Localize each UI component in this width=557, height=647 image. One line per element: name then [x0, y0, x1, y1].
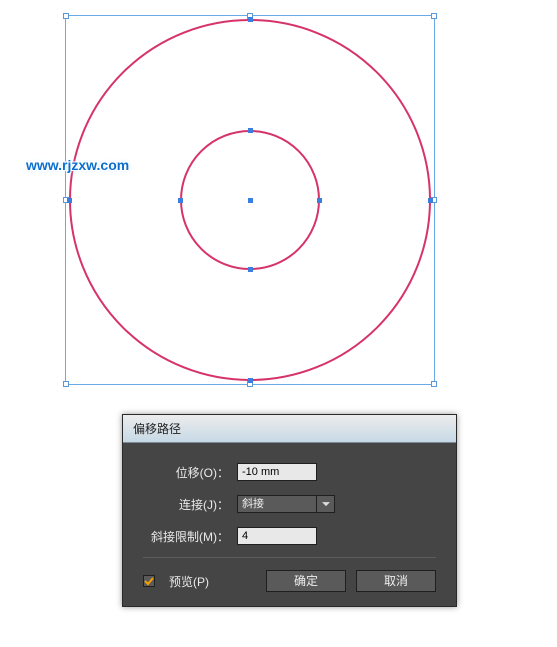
cancel-button[interactable]: 取消 [356, 570, 436, 592]
anchor-point[interactable] [428, 198, 433, 203]
dialog-actions: 预览(P) 确定 取消 [143, 557, 436, 592]
anchor-point[interactable] [248, 267, 253, 272]
offset-input[interactable]: -10 mm [237, 463, 317, 481]
form-row-join: 连接(J)： 斜接 [143, 493, 436, 515]
anchor-point[interactable] [248, 17, 253, 22]
ok-button[interactable]: 确定 [266, 570, 346, 592]
anchor-point[interactable] [67, 198, 72, 203]
anchor-point[interactable] [317, 198, 322, 203]
offset-path-dialog: 偏移路径 位移(O)： -10 mm 连接(J)： 斜接 斜接限制(M)： 4 … [122, 414, 457, 607]
selection-handle-top-left[interactable] [63, 13, 69, 19]
anchor-point[interactable] [178, 198, 183, 203]
join-select[interactable]: 斜接 [237, 495, 335, 513]
artboard-canvas[interactable] [65, 15, 435, 385]
selection-center-point [248, 198, 253, 203]
selection-handle-bottom-right[interactable] [431, 381, 437, 387]
selection-handle-bottom-left[interactable] [63, 381, 69, 387]
preview-label: 预览(P) [169, 573, 209, 590]
join-select-value: 斜接 [237, 495, 317, 513]
form-row-offset: 位移(O)： -10 mm [143, 461, 436, 483]
anchor-point[interactable] [248, 128, 253, 133]
form-row-miter: 斜接限制(M)： 4 [143, 525, 436, 547]
miter-label: 斜接限制(M)： [143, 528, 237, 545]
anchor-point[interactable] [248, 378, 253, 383]
preview-checkbox[interactable] [143, 575, 155, 587]
offset-label: 位移(O)： [143, 464, 237, 481]
dialog-body: 位移(O)： -10 mm 连接(J)： 斜接 斜接限制(M)： 4 预览(P)… [123, 443, 456, 606]
selection-handle-top-right[interactable] [431, 13, 437, 19]
miter-input[interactable]: 4 [237, 527, 317, 545]
join-label: 连接(J)： [143, 496, 237, 513]
chevron-down-icon [317, 495, 335, 513]
dialog-title-bar[interactable]: 偏移路径 [123, 415, 456, 443]
